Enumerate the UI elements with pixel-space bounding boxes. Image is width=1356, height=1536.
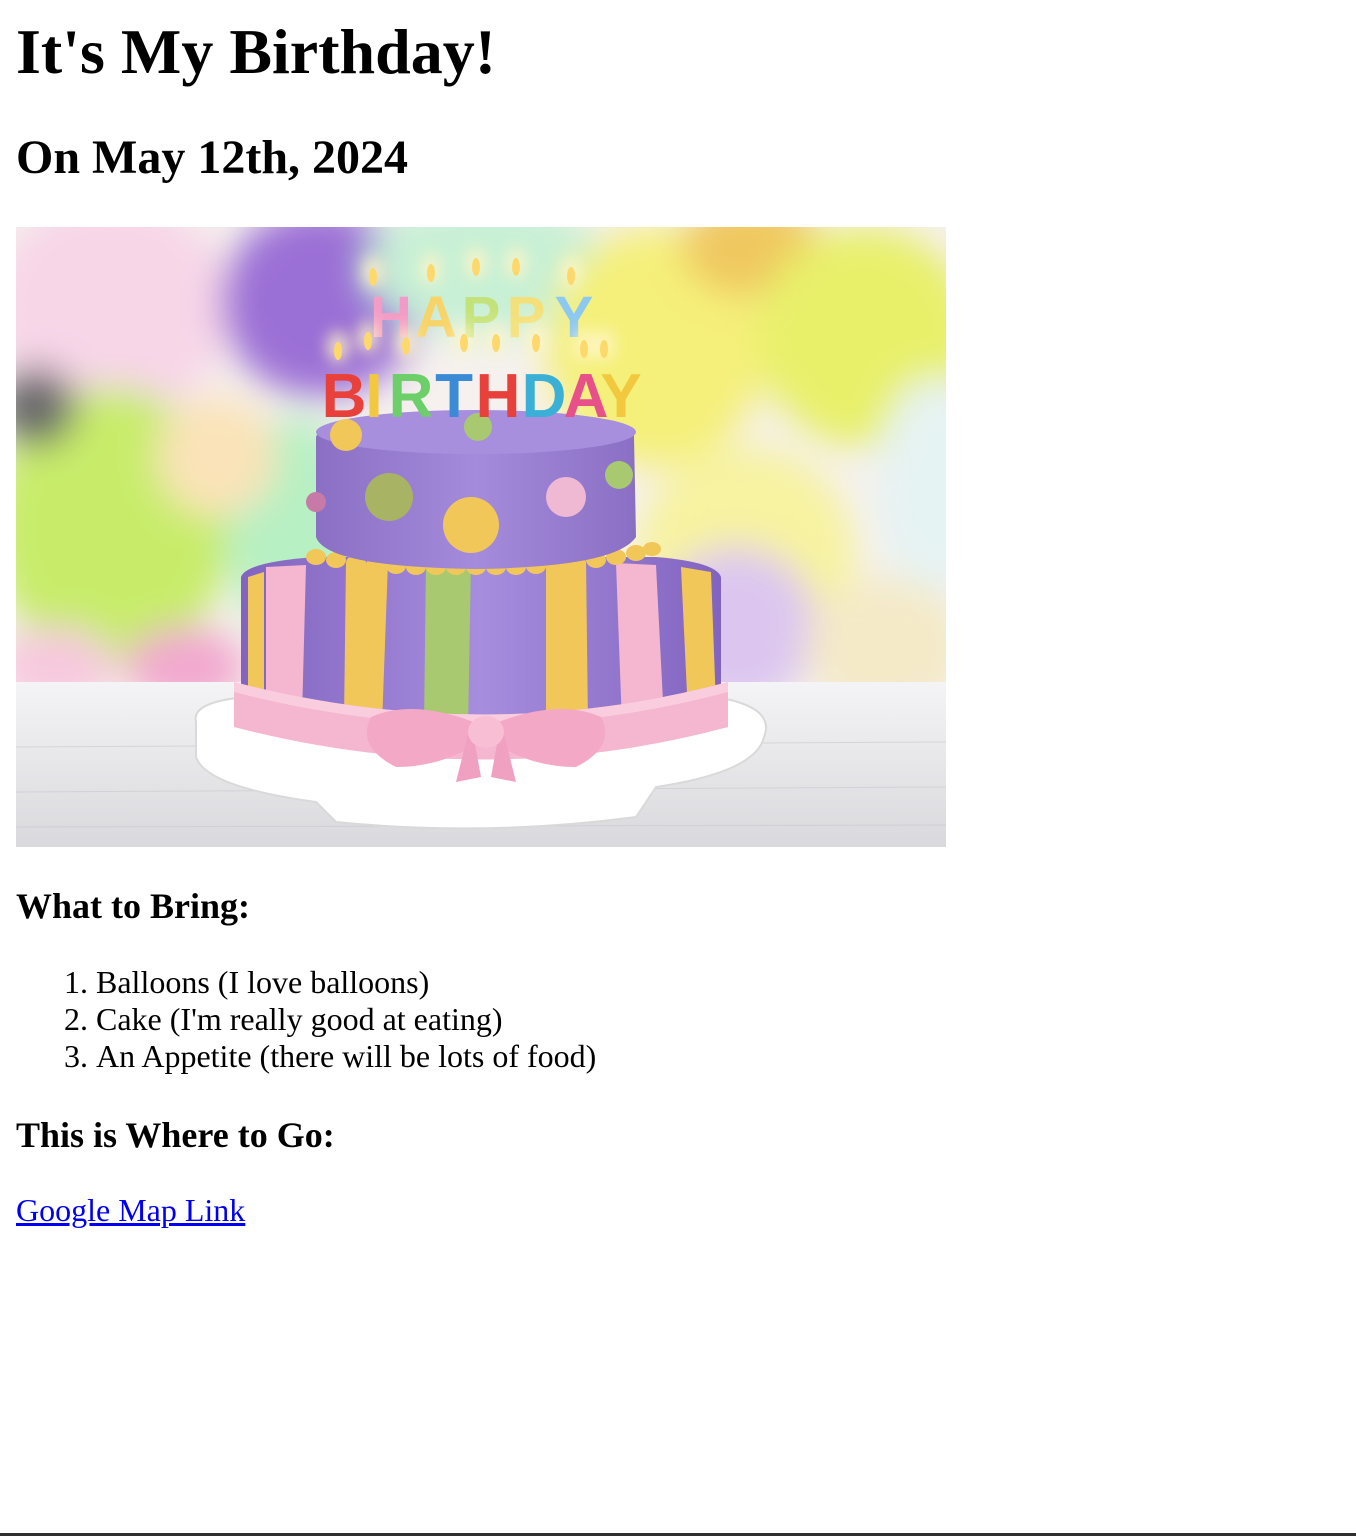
- svg-text:R: R: [389, 362, 434, 431]
- svg-text:Y: Y: [600, 362, 641, 431]
- list-item-text: Cake (I'm really good at eating): [96, 1001, 503, 1037]
- svg-text:H: H: [476, 362, 521, 431]
- svg-text:D: D: [522, 362, 567, 431]
- event-date-heading: On May 12th, 2024: [16, 131, 409, 184]
- google-map-link[interactable]: Google Map Link: [16, 1190, 245, 1230]
- where-to-go-heading: This is Where to Go:: [16, 1115, 335, 1155]
- list-item-text: Balloons (I love balloons): [96, 964, 430, 1000]
- birthday-cake-image: H A P P Y B I R T H D A Y: [16, 227, 946, 847]
- bring-list: 1. Balloons (I love balloons) 2. Cake (I…: [16, 964, 596, 1075]
- svg-text:T: T: [435, 362, 473, 431]
- list-item-number: 3.: [64, 1038, 88, 1074]
- svg-text:A: A: [415, 285, 457, 350]
- list-item-text: An Appetite (there will be lots of food): [96, 1038, 597, 1074]
- list-item: 1. Balloons (I love balloons): [64, 964, 596, 1001]
- list-item-number: 2.: [64, 1001, 88, 1037]
- what-to-bring-heading: What to Bring:: [16, 886, 250, 926]
- page-title: It's My Birthday!: [16, 16, 496, 87]
- svg-text:I: I: [365, 362, 382, 431]
- list-item: 3. An Appetite (there will be lots of fo…: [64, 1038, 597, 1075]
- svg-text:B: B: [322, 362, 367, 431]
- list-item-number: 1.: [64, 964, 88, 1000]
- list-item: 2. Cake (I'm really good at eating): [64, 1001, 596, 1038]
